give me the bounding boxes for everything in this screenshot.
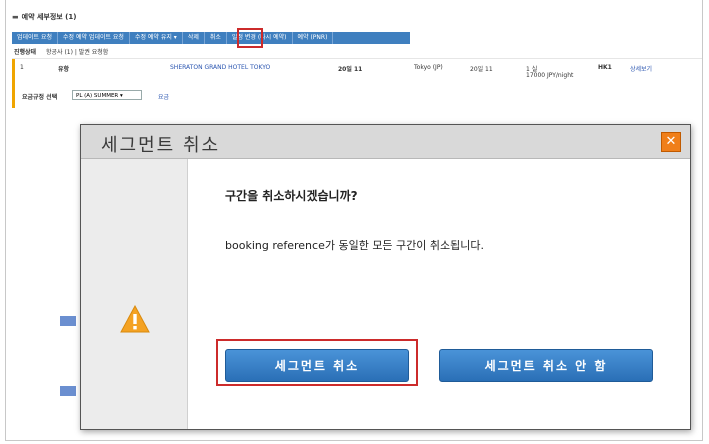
toolbar-item-delete[interactable]: 삭제 (183, 32, 205, 44)
cancel-segment-dialog: 세그먼트 취소 ✕ 구간을 취소하시겠습니까? booking referenc… (80, 124, 691, 430)
fare-rule-select[interactable]: PL (A) SUMMER ▾ (72, 90, 142, 100)
dialog-message: booking reference가 동일한 모든 구간이 취소됩니다. (225, 239, 485, 252)
rate-per-night: 17000 JPY/night (526, 72, 574, 79)
keep-segment-button[interactable]: 세그먼트 취소 안 함 (439, 349, 653, 382)
button-highlight-box (216, 339, 418, 386)
hotel-name-link[interactable]: SHERATON GRAND HOTEL TOKYO (170, 64, 270, 71)
status-code: HK1 (598, 64, 612, 71)
dialog-titlebar: 세그먼트 취소 ✕ (81, 125, 690, 159)
toolbar-item-cancel[interactable]: 취소 (205, 32, 227, 44)
details-link[interactable]: 상세보기 (630, 64, 652, 73)
toolbar-item-modify-keep[interactable]: 수정 예약 유지 ▾ (130, 32, 183, 44)
segment-status: 유항 (58, 66, 70, 73)
toolbar-item-pnr[interactable]: 예약 (PNR) (293, 32, 334, 44)
collapse-icon[interactable]: ▬ (12, 13, 19, 21)
status-header-label: 진행상태 (14, 49, 37, 56)
status-header-value: 항공사 (1) | 발권 요청함 (46, 49, 109, 56)
toolbar-item-modify-update[interactable]: 수정 예약 업데이트 요청 (58, 32, 130, 44)
action-toolbar: 업데이트 요청 수정 예약 업데이트 요청 수정 예약 유지 ▾ 삭제 취소 일… (12, 32, 410, 44)
toolbar-highlight-box (237, 28, 263, 48)
section-title: ▬ 예약 세부정보 (1) (12, 13, 77, 21)
segment-marker (12, 58, 15, 108)
fare-rule-label: 요금규정 선택 (22, 94, 58, 101)
row-number: 1 (20, 64, 24, 71)
fare-link[interactable]: 요금 (158, 92, 169, 101)
row-divider (12, 58, 702, 59)
checkout-date: 20일 11 (470, 66, 493, 73)
dialog-title: 세그먼트 취소 (101, 135, 221, 156)
close-icon[interactable]: ✕ (661, 132, 681, 152)
city: Tokyo (JP) (414, 64, 443, 71)
background-band (60, 386, 76, 396)
checkin-date: 20일 11 (338, 66, 363, 73)
dialog-question: 구간을 취소하시겠습니까? (225, 189, 358, 203)
warning-icon (120, 305, 150, 333)
toolbar-item-update-request[interactable]: 업데이트 요청 (12, 32, 59, 44)
background-band (60, 316, 76, 326)
dialog-icon-panel (81, 159, 188, 429)
